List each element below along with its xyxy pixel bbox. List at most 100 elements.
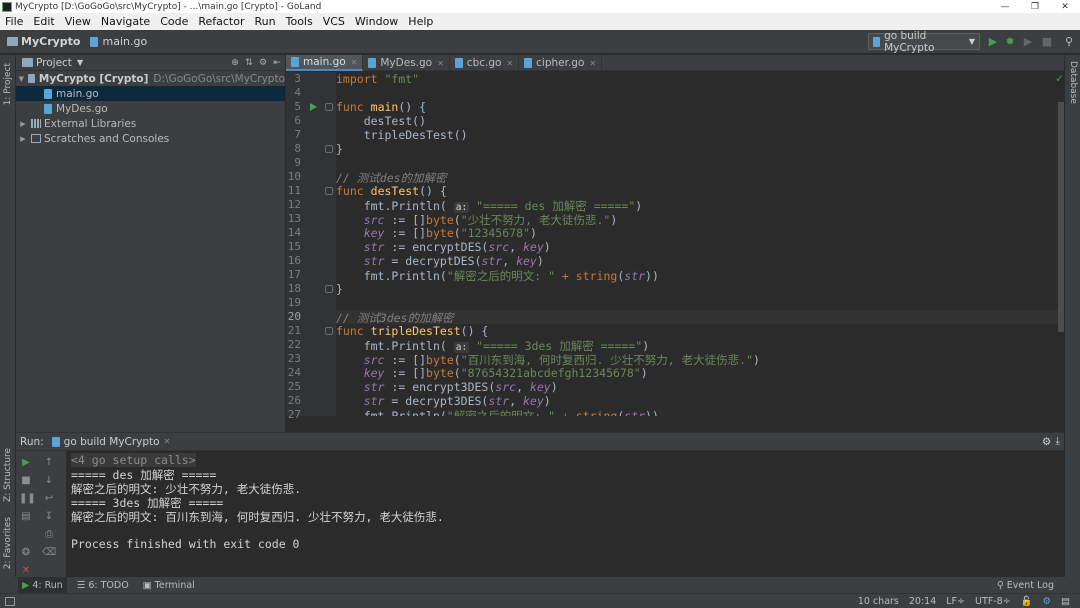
hide-panel-icon[interactable]: ⇤: [271, 58, 283, 68]
lock-icon[interactable]: 🔓: [1021, 596, 1033, 607]
layout-icon[interactable]: ▤: [19, 510, 33, 524]
search-icon[interactable]: ⚲: [1062, 35, 1076, 49]
chevron-right-icon[interactable]: ▶: [18, 120, 28, 128]
menu-tools[interactable]: Tools: [281, 15, 318, 28]
code-line: str = decrypt3DES(str, key): [363, 394, 551, 408]
up-icon[interactable]: ↑: [42, 456, 56, 470]
line-number: 8: [294, 142, 301, 155]
minimize-icon[interactable]: —: [990, 2, 1020, 12]
line-number: 5: [294, 100, 301, 113]
breadcrumb-project[interactable]: MyCrypto: [21, 35, 80, 48]
gear-icon[interactable]: ⚙: [1042, 436, 1051, 448]
tool-tab-todo[interactable]: ☰ 6: TODO: [73, 577, 133, 593]
tree-item-scratches[interactable]: ▶ Scratches and Consoles: [16, 131, 285, 146]
fold-icon[interactable]: [325, 285, 333, 293]
line-number: 22: [287, 338, 301, 351]
chevron-down-icon[interactable]: ▼: [77, 58, 83, 67]
run-console[interactable]: <4 go setup calls> ===== des 加解密 ===== 解…: [66, 451, 1064, 578]
tool-tab-label: 4: Run: [32, 579, 63, 591]
menu-view[interactable]: View: [60, 15, 96, 28]
status-line-separator[interactable]: LF÷: [946, 596, 965, 607]
close-tab-icon[interactable]: ✕: [164, 437, 171, 446]
tab-mydes-go[interactable]: MyDes.go ✕: [363, 55, 450, 71]
menu-window[interactable]: Window: [350, 15, 403, 28]
inspection-ok-icon[interactable]: ✓: [1055, 72, 1064, 85]
down-icon[interactable]: ↓: [42, 474, 56, 488]
tool-tab-terminal[interactable]: ▣ Terminal: [139, 577, 199, 593]
close-tab-icon[interactable]: ✕: [351, 58, 358, 67]
structure-tool-tab[interactable]: Z: Structure: [3, 448, 13, 502]
rerun-icon[interactable]: ▶: [19, 456, 33, 470]
fold-icon[interactable]: [325, 187, 333, 195]
tab-cipher-go[interactable]: cipher.go ✕: [519, 55, 603, 71]
project-tool-tab[interactable]: 1: Project: [3, 63, 13, 105]
locate-icon[interactable]: ⊕: [229, 58, 241, 68]
stop-icon[interactable]: ■: [1040, 35, 1054, 49]
run-icon[interactable]: ▶: [986, 35, 1000, 49]
debug-icon[interactable]: ✹: [1003, 35, 1017, 49]
menu-help[interactable]: Help: [403, 15, 438, 28]
status-caret-position[interactable]: 20:14: [909, 596, 936, 607]
menu-code[interactable]: Code: [155, 15, 193, 28]
close-icon[interactable]: ✕: [19, 564, 33, 578]
go-file-icon: [524, 58, 533, 68]
fold-icon[interactable]: [325, 103, 333, 111]
favorites-tool-tab[interactable]: 2: Favorites: [3, 517, 13, 569]
run-gutter-icon[interactable]: [310, 103, 317, 111]
close-tab-icon[interactable]: ✕: [506, 59, 513, 68]
gear-icon[interactable]: ⚙: [1042, 596, 1051, 607]
tool-tab-run[interactable]: ▶ 4: Run: [18, 577, 67, 593]
pin-icon[interactable]: ❂: [19, 546, 33, 560]
go-file-icon: [44, 88, 52, 99]
line-number: 14: [287, 226, 301, 239]
tree-item-label: MyDes.go: [56, 102, 108, 115]
run-config-dropdown[interactable]: go build MyCrypto ▼: [868, 30, 980, 54]
fold-icon[interactable]: [325, 145, 333, 153]
hide-panel-icon[interactable]: ⤓: [1055, 435, 1060, 448]
menu-edit[interactable]: Edit: [28, 15, 59, 28]
run-tab[interactable]: go build MyCrypto ✕: [51, 436, 171, 448]
line-number: 18: [287, 282, 301, 295]
scroll-to-end-icon[interactable]: ↧: [42, 510, 56, 524]
soft-wrap-icon[interactable]: ↩: [42, 492, 56, 506]
status-encoding[interactable]: UTF-8÷: [975, 596, 1011, 607]
pause-icon[interactable]: ❚❚: [19, 492, 36, 506]
toggle-tool-windows-icon[interactable]: [5, 596, 15, 606]
chevron-down-icon[interactable]: ▼: [18, 75, 25, 83]
breadcrumb-file[interactable]: main.go: [102, 35, 147, 48]
console-line[interactable]: <4 go setup calls>: [66, 453, 1064, 467]
tool-tab-event-log[interactable]: ⚲ Event Log: [993, 577, 1058, 593]
editor-scrollbar[interactable]: [1058, 72, 1064, 416]
code-editor[interactable]: import "fmt" func main() { desTest() tri…: [336, 72, 1058, 416]
line-number: 27: [287, 408, 301, 421]
chevron-right-icon[interactable]: ▶: [18, 135, 28, 143]
close-tab-icon[interactable]: ✕: [437, 59, 444, 68]
close-icon[interactable]: ✕: [1050, 2, 1080, 12]
tree-item-main-go[interactable]: main.go: [16, 86, 285, 101]
coverage-icon[interactable]: ▶: [1021, 35, 1035, 49]
trash-icon[interactable]: ⌫: [42, 546, 56, 560]
memory-indicator-icon[interactable]: ▤: [1061, 596, 1070, 607]
tree-item-mydes-go[interactable]: MyDes.go: [16, 101, 285, 116]
stop-icon[interactable]: ■: [19, 474, 33, 488]
event-log-icon: ⚲: [996, 579, 1004, 591]
fold-icon[interactable]: [325, 327, 333, 335]
editor-gutter[interactable]: 3 4 5 6 7 8 9 10 11 12 13 14 15 16 17 18…: [286, 72, 336, 421]
close-tab-icon[interactable]: ✕: [589, 59, 596, 68]
menu-run[interactable]: Run: [250, 15, 281, 28]
tree-item-external-libraries[interactable]: ▶ External Libraries: [16, 116, 285, 131]
menu-vcs[interactable]: VCS: [318, 15, 350, 28]
database-tool-tab[interactable]: Database: [1068, 61, 1078, 104]
menu-navigate[interactable]: Navigate: [96, 15, 155, 28]
scrollbar-thumb[interactable]: [1058, 102, 1064, 332]
print-icon[interactable]: ⎙: [42, 528, 56, 542]
project-view-selector[interactable]: Project: [36, 57, 72, 69]
gear-icon[interactable]: ⚙: [257, 58, 269, 68]
tab-cbc-go[interactable]: cbc.go ✕: [450, 55, 520, 71]
maximize-icon[interactable]: ❐: [1020, 2, 1050, 12]
collapse-all-icon[interactable]: ⇅: [243, 58, 255, 68]
tree-item-root[interactable]: ▼ MyCrypto [Crypto] D:\GoGoGo\src\MyCryp…: [16, 71, 285, 86]
menu-file[interactable]: File: [0, 15, 28, 28]
menu-refactor[interactable]: Refactor: [193, 15, 249, 28]
tab-main-go[interactable]: main.go ✕: [286, 55, 364, 71]
